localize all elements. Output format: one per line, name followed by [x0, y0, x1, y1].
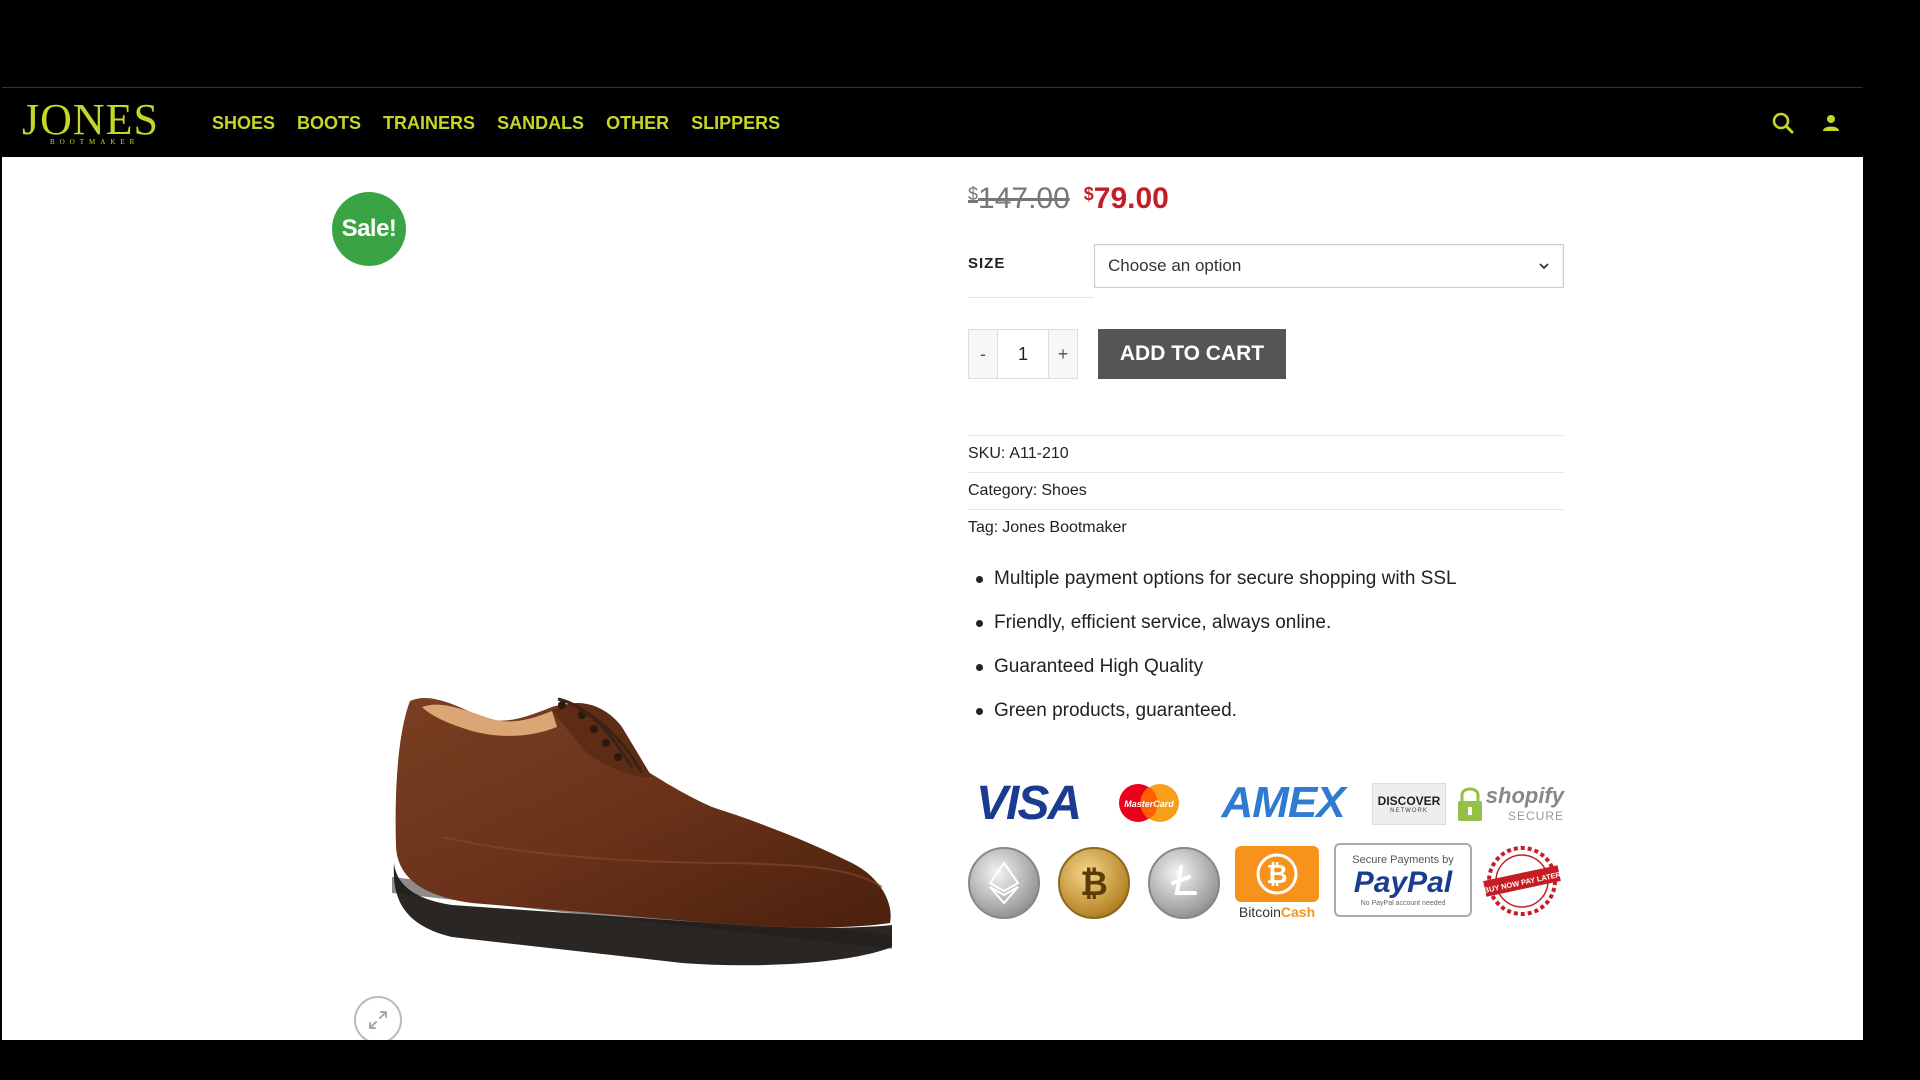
category-label: Category: [968, 482, 1038, 499]
size-select-value: Choose an option [1108, 256, 1242, 275]
nav-item-slippers[interactable]: SLIPPERS [691, 113, 780, 134]
sale-badge: Sale! [332, 192, 406, 266]
nav-item-shoes[interactable]: SHOES [212, 113, 275, 134]
product-meta: SKU: A11-210 Category: Shoes Tag: Jones … [968, 435, 1564, 546]
nav-item-sandals[interactable]: SANDALS [497, 113, 584, 134]
brand-logo[interactable]: JONES BOOTMAKER [22, 95, 172, 148]
size-label: SIZE [968, 255, 1006, 272]
search-icon[interactable] [1769, 109, 1797, 137]
tag-link[interactable]: Jones Bootmaker [1002, 519, 1127, 537]
bitcoin-cash-icon: ₿ [1235, 846, 1319, 902]
quantity-increase-button[interactable]: + [1049, 330, 1077, 378]
expand-icon [369, 1011, 387, 1029]
payment-methods: VISA MasterCard AMEX DISCOVER NETWORK sh… [968, 776, 1564, 920]
bottom-black-bar [0, 1040, 1920, 1080]
lock-icon [1458, 787, 1482, 821]
top-black-bar [0, 0, 1920, 87]
price: $147.00 $79.00 [968, 182, 1169, 216]
amex-logo: AMEX [1221, 778, 1345, 827]
main-nav: SHOES BOOTS TRAINERS SANDALS OTHER SLIPP… [212, 88, 780, 158]
sale-price: $79.00 [1083, 182, 1169, 215]
list-item: Green products, guaranteed. [976, 689, 1564, 733]
tag-label: Tag: [968, 519, 999, 536]
product-image[interactable] [382, 667, 902, 967]
list-item: Guaranteed High Quality [976, 645, 1564, 689]
mastercard-logo: MasterCard [1116, 783, 1182, 823]
brand-name: JONES [22, 95, 160, 144]
svg-text:₿: ₿ [1266, 859, 1287, 889]
nav-item-boots[interactable]: BOOTS [297, 113, 361, 134]
bitcoin-coin-icon: ₿ [1058, 847, 1130, 919]
feature-list: Multiple payment options for secure shop… [976, 557, 1564, 733]
ethereum-coin-icon [968, 847, 1040, 919]
list-item: Multiple payment options for secure shop… [976, 557, 1564, 601]
sku-label: SKU: [968, 445, 1006, 462]
divider [968, 297, 1094, 298]
bitcoin-cash-label: BitcoinCash [1238, 904, 1316, 920]
chevron-down-icon [1539, 263, 1549, 270]
site-header: JONES BOOTMAKER SHOES BOOTS TRAINERS SAN… [2, 87, 1863, 157]
add-to-cart-button[interactable]: ADD TO CART [1098, 329, 1286, 379]
user-icon[interactable] [1817, 109, 1845, 137]
bitcoin-cash-logo: ₿ BitcoinCash [1234, 845, 1320, 921]
size-select[interactable]: Choose an option [1094, 244, 1564, 288]
regular-price: $147.00 [968, 182, 1070, 215]
quantity-input[interactable]: 1 [997, 330, 1049, 378]
right-black-bar [1863, 0, 1920, 1080]
sku-row: SKU: A11-210 [968, 435, 1564, 472]
visa-logo: VISA [975, 776, 1082, 830]
buy-now-pay-later-seal: BUY NOW PAY LATER [1480, 845, 1564, 917]
list-item: Friendly, efficient service, always onli… [976, 601, 1564, 645]
paypal-badge: Secure Payments by PayPal No PayPal acco… [1334, 843, 1472, 917]
product-page: Sale! $147.00 $79.00 SIZE Choose an opti… [2, 157, 1863, 1044]
zoom-button[interactable] [354, 996, 402, 1044]
header-icons [1769, 88, 1845, 158]
nav-item-other[interactable]: OTHER [606, 113, 669, 134]
category-link[interactable]: Shoes [1041, 482, 1086, 500]
nav-item-trainers[interactable]: TRAINERS [383, 113, 475, 134]
quantity-stepper: - 1 + [968, 329, 1078, 379]
svg-text:₿: ₿ [1080, 865, 1108, 903]
tag-row: Tag: Jones Bootmaker [968, 509, 1564, 546]
category-row: Category: Shoes [968, 472, 1564, 509]
shopify-secure-badge: shopify SECURE [1456, 779, 1564, 827]
quantity-decrease-button[interactable]: - [969, 330, 997, 378]
litecoin-coin-icon [1148, 847, 1220, 919]
sku-value: A11-210 [1009, 445, 1069, 462]
discover-logo: DISCOVER NETWORK [1372, 783, 1446, 825]
svg-text:MasterCard: MasterCard [1124, 799, 1174, 809]
